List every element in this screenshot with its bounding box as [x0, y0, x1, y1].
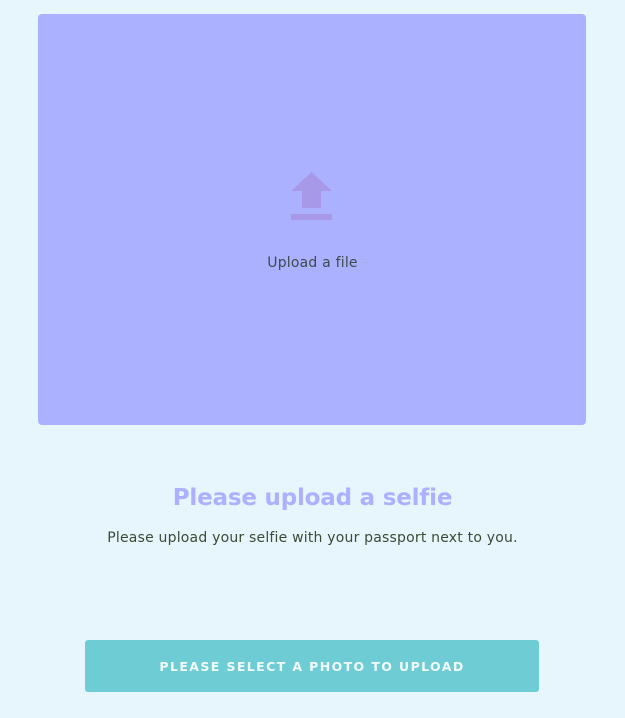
upload-label: Upload a file: [267, 255, 358, 271]
select-photo-button[interactable]: PLEASE SELECT A PHOTO TO UPLOAD: [85, 640, 539, 692]
page-subtitle: Please upload your selfie with your pass…: [107, 530, 518, 546]
upload-arrow-icon: [291, 172, 332, 220]
page-title: Please upload a selfie: [172, 485, 453, 511]
